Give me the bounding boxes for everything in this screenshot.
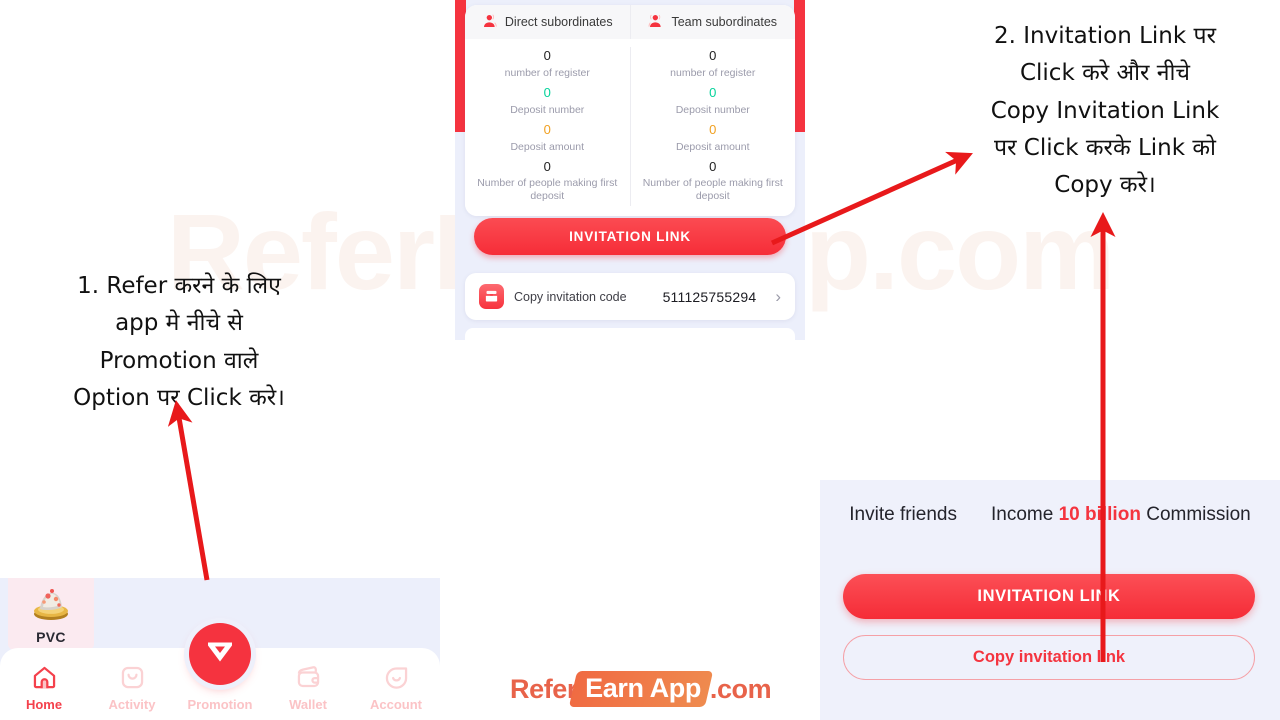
stat-value: 0 — [709, 85, 717, 101]
stat-label: Number of people making first deposit — [642, 177, 783, 203]
annotation-1-line: Option पर Click करे। — [73, 384, 285, 411]
stat-value: 0 — [543, 122, 551, 138]
copy-invitation-link-button[interactable]: Copy invitation link — [843, 635, 1255, 680]
logo-part-refer: Refer — [510, 673, 578, 704]
annotation-2-line: पर Click करके Link को — [994, 134, 1216, 161]
nav-label-promotion: Promotion — [187, 696, 253, 712]
subordinates-stats-card: Direct subordinates Team subordinates 0 — [465, 5, 796, 217]
pvc-badge[interactable]: PVC — [8, 578, 94, 650]
annotation-2-line: Copy Invitation Link — [990, 97, 1220, 124]
logo-part-domain: .com — [709, 673, 772, 704]
nav-item-account[interactable]: Account — [352, 648, 440, 720]
invite-friends-heading: Invite friends Income 10 billion Commissi… — [820, 504, 1280, 526]
invite-friends-label: Invite friends — [849, 504, 957, 525]
stat-value: 0 — [709, 159, 717, 175]
chevron-right-icon: › — [775, 286, 781, 306]
pvc-badge-label: PVC — [36, 629, 66, 645]
treasure-icon — [8, 581, 94, 628]
account-icon — [383, 663, 410, 693]
subordinates-stats-body: 0 number of register 0 Deposit number 0 … — [465, 39, 796, 217]
stat-label: number of register — [504, 66, 590, 79]
annotation-2-line: Copy करे। — [1054, 172, 1156, 198]
income-amount-highlight: 10 billion — [1058, 504, 1141, 525]
diamond-icon — [204, 637, 236, 672]
promotion-screen-panel: Direct subordinates Team subordinates 0 — [455, 0, 805, 340]
invitation-link-button-app[interactable]: INVITATION LINK — [474, 218, 786, 255]
invitation-code-value: 511125755294 — [662, 288, 757, 305]
home-icon — [31, 663, 58, 693]
stats-column-direct: 0 number of register 0 Deposit number 0 … — [465, 47, 630, 206]
stat-value: 0 — [543, 159, 551, 175]
stats-header-team-label: Team subordinates — [671, 15, 778, 29]
wallet-icon — [295, 663, 322, 693]
nav-label-activity: Activity — [108, 696, 156, 712]
annotation-1-line: app मे नीचे से — [115, 310, 243, 337]
nav-item-home[interactable]: Home — [0, 648, 88, 720]
stats-header-direct-label: Direct subordinates — [504, 15, 613, 29]
annotation-1: 1. Refer करने के लिए app मे नीचे से Prom… — [36, 268, 322, 417]
nav-item-activity[interactable]: Activity — [88, 648, 176, 720]
stat-label: Deposit number — [675, 103, 750, 116]
panel-accent-stripe-right — [794, 0, 805, 132]
annotation-2-line: Click करे और नीचे — [1019, 60, 1191, 87]
logo-part-earnapp: Earn App — [568, 671, 713, 707]
stat-label: Deposit amount — [675, 140, 750, 153]
income-label-post: Commission — [1140, 504, 1251, 525]
nav-label-home: Home — [25, 696, 63, 712]
income-label-pre: Income — [990, 504, 1059, 525]
site-logo: Refer Earn App .com — [510, 671, 772, 707]
subordinates-stats-header: Direct subordinates Team subordinates — [465, 5, 795, 39]
promotion-center-button[interactable] — [189, 623, 251, 685]
annotation-2: 2. Invitation Link पर Click करे और नीचे … — [940, 18, 1270, 204]
activity-icon — [119, 663, 146, 693]
arrow-to-promotion-nav — [167, 400, 210, 581]
stats-header-team[interactable]: Team subordinates — [629, 5, 796, 39]
nav-item-wallet[interactable]: Wallet — [264, 648, 352, 720]
nav-label-wallet: Wallet — [289, 696, 327, 712]
stat-label: Deposit number — [510, 103, 585, 116]
copy-invitation-code-label: Copy invitation code — [514, 289, 627, 304]
stat-value: 0 — [709, 48, 717, 63]
annotation-1-line: Promotion वाले — [99, 347, 259, 374]
person-icon — [648, 13, 664, 32]
invitation-code-icon — [479, 284, 504, 309]
stats-column-team: 0 number of register 0 Deposit number 0 … — [629, 47, 796, 207]
copy-invitation-code-row[interactable]: Copy invitation code 511125755294 › — [465, 273, 795, 320]
annotation-1-line: 1. Refer करने के लिए — [77, 273, 281, 299]
panel-bottom-card-edge — [465, 328, 795, 340]
stat-value: 0 — [543, 85, 551, 101]
person-icon — [482, 13, 498, 32]
stat-label: Deposit amount — [510, 140, 585, 153]
stats-header-direct[interactable]: Direct subordinates — [465, 5, 630, 39]
stat-label: Number of people making first deposit — [477, 177, 618, 203]
stat-value: 0 — [543, 48, 551, 63]
stat-label: number of register — [670, 66, 756, 79]
invitation-link-button[interactable]: INVITATION LINK — [843, 574, 1255, 619]
annotation-2-line: 2. Invitation Link पर — [994, 23, 1216, 49]
stat-value: 0 — [709, 122, 717, 138]
nav-label-account: Account — [370, 696, 422, 712]
